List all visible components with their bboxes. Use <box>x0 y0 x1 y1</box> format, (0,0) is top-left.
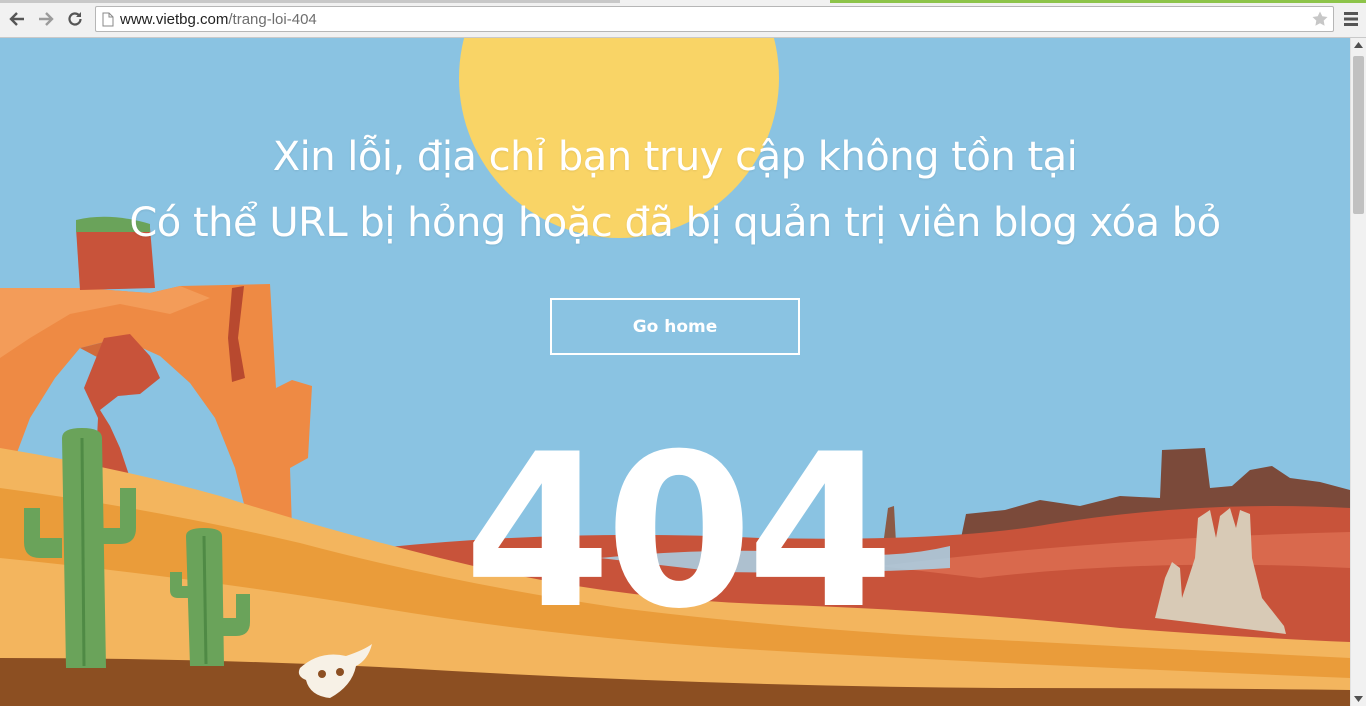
go-home-button[interactable]: Go home <box>550 298 800 355</box>
scroll-down-arrow-icon[interactable] <box>1354 696 1363 702</box>
forward-arrow-icon <box>39 12 54 26</box>
browser-toolbar: www.vietbg.com/trang-loi-404 <box>0 0 1366 38</box>
url-host: www.vietbg.com <box>120 11 229 28</box>
url-text: www.vietbg.com/trang-loi-404 <box>120 11 317 28</box>
tab-strip <box>0 0 1366 3</box>
scroll-up-arrow-icon[interactable] <box>1354 42 1363 48</box>
scrollbar-thumb[interactable] <box>1353 56 1364 214</box>
hamburger-menu-icon[interactable] <box>1341 9 1361 29</box>
error-code-404: 404 <box>463 408 895 655</box>
address-bar[interactable]: www.vietbg.com/trang-loi-404 <box>95 6 1334 32</box>
error-message-line1: Xin lỗi, địa chỉ bạn truy cập không tồn … <box>272 134 1078 180</box>
back-arrow-icon <box>9 12 24 26</box>
back-button[interactable] <box>6 8 28 30</box>
reload-button[interactable] <box>64 8 86 30</box>
vertical-scrollbar[interactable] <box>1350 38 1366 706</box>
url-path: /trang-loi-404 <box>228 11 317 28</box>
page-icon <box>102 12 114 27</box>
star-icon[interactable] <box>1311 10 1329 28</box>
forward-button[interactable] <box>35 8 57 30</box>
page-viewport: Xin lỗi, địa chỉ bạn truy cập không tồn … <box>0 38 1350 706</box>
error-message-line2: Có thể URL bị hỏng hoặc đã bị quản trị v… <box>129 200 1221 246</box>
reload-icon <box>68 12 82 26</box>
